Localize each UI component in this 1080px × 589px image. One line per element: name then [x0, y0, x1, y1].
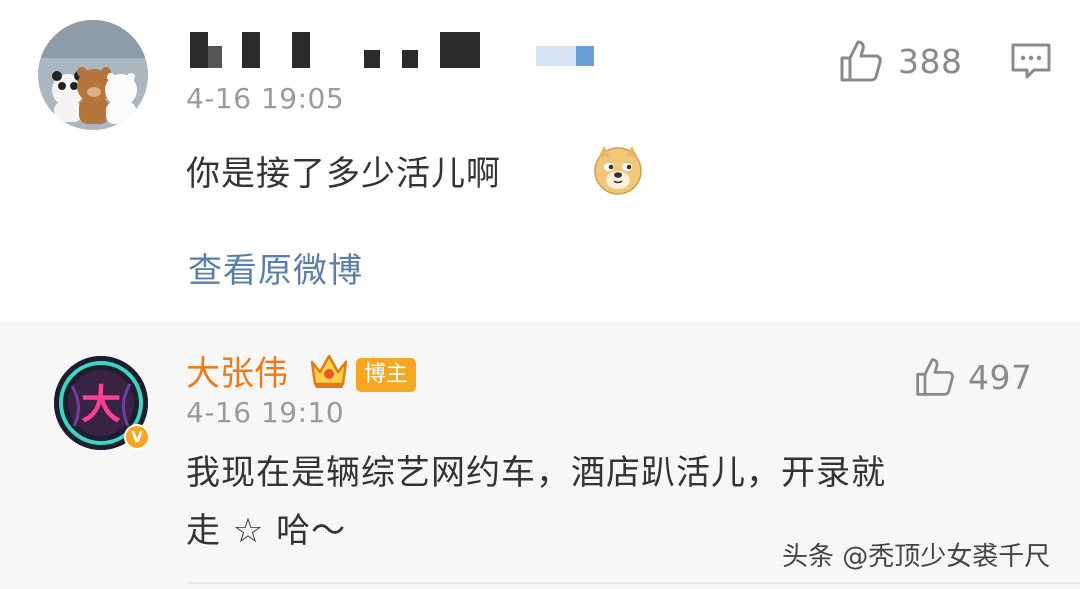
divider	[188, 582, 1080, 584]
comment-text-body: 你是接了多少活儿啊	[186, 154, 501, 194]
username-redacted[interactable]	[186, 28, 606, 70]
comment-text: 我现在是辆综艺网约车，酒店趴活儿，开录就 走 ☆ 哈～	[186, 444, 886, 560]
like-count: 497	[968, 357, 1033, 397]
verified-badge: V	[124, 424, 150, 450]
like-count: 388	[898, 41, 963, 81]
comment-text-line: 走 ☆ 哈～	[186, 511, 347, 551]
username[interactable]: 大张伟	[186, 346, 288, 395]
comment-text-line: 我现在是辆综艺网约车，酒店趴活儿，开录就	[186, 453, 886, 493]
bears-avatar-icon	[38, 20, 148, 130]
like-button[interactable]: 497	[914, 356, 1033, 398]
thumbs-up-icon	[916, 358, 954, 396]
comment-card-1: 4-16 19:05 388 你是接了多少活儿啊 查看原微博	[0, 0, 1080, 322]
reply-button[interactable]	[1010, 42, 1052, 80]
view-original-link[interactable]: 查看原微博	[188, 243, 363, 292]
crown-icon	[310, 354, 348, 388]
comment-icon	[1011, 43, 1051, 79]
verified-mark: V	[131, 427, 143, 446]
watermark: 头条 @秃顶少女裘千尺	[782, 542, 1051, 572]
blogger-badge: 博主	[356, 358, 417, 392]
comment-time: 4-16 19:10	[186, 396, 345, 429]
thumbs-up-icon	[840, 40, 882, 82]
doge-emoji-icon	[594, 146, 642, 195]
comment-time: 4-16 19:05	[186, 82, 345, 115]
svg-text:大: 大	[81, 382, 121, 428]
comment-text: 你是接了多少活儿啊	[186, 145, 501, 203]
avatar[interactable]	[38, 20, 148, 130]
like-button[interactable]: 388	[838, 38, 963, 84]
